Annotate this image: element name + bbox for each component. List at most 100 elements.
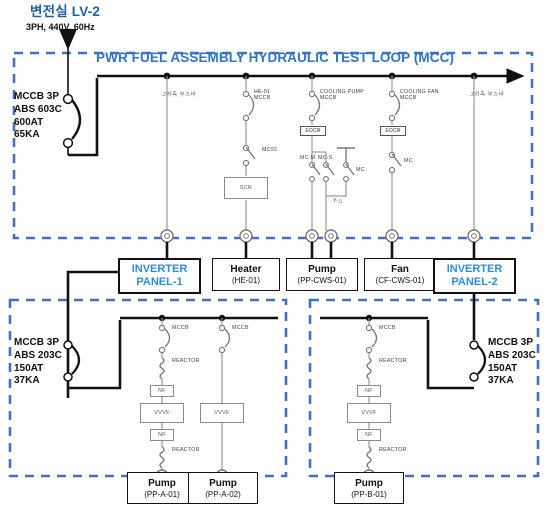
heater-contactor-blade — [245, 146, 256, 160]
fc-mccb-arc — [371, 328, 378, 348]
inverter-panel-2-line2: PANEL-2 — [451, 276, 498, 288]
heater-contactor-terminal-bottom — [242, 159, 250, 167]
fb-mccb-terminal-bottom — [218, 346, 226, 354]
heater-mccb-label: HE-01 MCCB — [254, 89, 271, 101]
fb-mccb-terminal-top — [218, 324, 226, 332]
inverter-panel-2-box[interactable]: INVERTER PANEL-2 — [433, 258, 516, 294]
load-pump-cws-tag: (PP-CWS-01) — [297, 276, 347, 285]
fc-reactor-in-coil — [366, 357, 372, 380]
load-pp-b-01-tag: (PP-B-01) — [351, 489, 387, 499]
panel-left-breaker-terminal-top — [63, 340, 73, 350]
fan-mccb-terminal-bottom — [388, 114, 396, 122]
load-pp-a-02-name: Pump — [209, 477, 237, 489]
load-fan-cws-tag: (CF-CWS-01) — [375, 276, 425, 285]
pump-mccb-arc — [314, 94, 321, 116]
fc-reactor-out-coil — [366, 446, 372, 469]
fb-vvvf-box: VVVF — [200, 403, 244, 423]
source-spec: 3PH, 440V, 60Hz — [26, 22, 95, 32]
inverter-panel-1-box[interactable]: INVERTER PANEL-1 — [118, 258, 201, 294]
pump-mc-blade — [345, 163, 355, 176]
panel-right-riser — [426, 320, 474, 390]
main-breaker-spec: MCCB 3P ABS 603C 600AT 65KA — [14, 91, 62, 141]
fc-nf-out-box: NF — [357, 429, 381, 441]
pump-mccb-terminal-bottom — [308, 114, 316, 122]
heater-mccb-terminal-bottom — [242, 114, 250, 122]
fc-mccb-label: MCCB — [379, 325, 396, 331]
pump-mccb-label: COOLING PUMP MCCB — [320, 89, 364, 101]
inverter-panel-2-line1: INVERTER — [446, 262, 503, 275]
panel-left-breaker-arc — [71, 345, 81, 375]
fa-nf-in-box: NF — [150, 385, 174, 397]
load-heater-name: Heater — [230, 264, 262, 275]
fa-mccb-arc — [164, 328, 171, 348]
scr-box: SCR — [224, 177, 268, 199]
main-breaker-terminal-bottom — [62, 137, 74, 149]
fc-vvvf-box: VVVF — [347, 403, 391, 423]
pump-mcm-label: MC-M — [300, 155, 316, 161]
pump-star-delta-note: Y-△ — [333, 198, 343, 204]
pump-delta-return — [326, 182, 347, 197]
inverter1-to-panel-left — [66, 270, 118, 398]
motor-symbol-inverter2 — [467, 229, 481, 243]
pump-eocr-box: EOCR — [300, 126, 326, 136]
fc-nf-in-box: NF — [357, 385, 381, 397]
pump-mccb-terminal-top — [308, 90, 316, 98]
panel-right-breaker-terminal-top — [469, 340, 479, 350]
mcc-title: PWR FUEL ASSEMBLY HYDRAULIC TEST LOOP (M… — [96, 50, 455, 65]
fan-mc-label: MC — [404, 158, 413, 164]
single-line-diagram: 변전실 LV-2 3PH, 440V, 60Hz PWR FUEL ASSEMB… — [0, 0, 546, 507]
load-pp-a-01-name: Pump — [148, 477, 176, 489]
fb-mccb-label: MCCB — [232, 325, 249, 331]
inverter-panel-1-line1: INVERTER — [131, 262, 188, 275]
motor-symbol-heater — [239, 229, 253, 243]
fc-reactor-out-label: REACTOR — [379, 447, 407, 453]
fan-contactor-terminal-bottom — [388, 166, 396, 174]
fa-reactor-in-label: REACTOR — [172, 358, 200, 364]
load-pump-cws-name: Pump — [308, 264, 336, 275]
load-fan-cws-name: Fan — [391, 264, 409, 275]
fa-reactor-out-label: REACTOR — [172, 447, 200, 453]
load-pp-a-01-box[interactable]: Pump (PP-A-01) — [127, 472, 197, 504]
motor-symbol-fan — [385, 229, 399, 243]
heater-mccb-terminal-top — [242, 90, 250, 98]
fan-mccb-label: COOLING FAN MCCB — [400, 89, 439, 101]
main-breaker-arc — [71, 99, 82, 140]
panel-left-breaker-terminal-bottom — [63, 372, 73, 382]
pump-mcs-terminal-bottom — [323, 176, 329, 182]
fa-mccb-terminal-bottom — [158, 346, 166, 354]
diagram-canvas — [8, 29, 540, 491]
fa-vvvf-box: VVVF — [140, 403, 184, 423]
fa-nf-out-box: NF — [150, 429, 174, 441]
motor-symbol-inverter1 — [160, 229, 174, 243]
load-fan-cws-box[interactable]: Fan (CF-CWS-01) — [364, 258, 436, 291]
fa-reactor-out-coil — [159, 446, 165, 469]
load-pp-a-01-tag: (PP-A-01) — [144, 489, 180, 499]
busbar-label-left: 2차측 부스바 — [163, 92, 197, 98]
fc-reactor-in-label: REACTOR — [379, 358, 407, 364]
fan-eocr-box: EOCR — [380, 126, 406, 136]
pump-mcs-blade — [325, 163, 335, 176]
busbar-label-right: 2차측 부스바 — [471, 92, 505, 98]
fan-contactor-blade — [391, 153, 402, 167]
panel-left-breaker-spec: MCCB 3P ABS 203C 150AT 37KA — [14, 337, 62, 387]
load-heater-box[interactable]: Heater (HE-01) — [212, 258, 280, 291]
panel-right-breaker-arc — [477, 345, 487, 375]
fan-mccb-terminal-top — [388, 90, 396, 98]
load-pump-cws-box[interactable]: Pump (PP-CWS-01) — [286, 258, 358, 291]
fan-mccb-arc — [394, 94, 401, 116]
pump-mcm-terminal-bottom — [309, 176, 315, 182]
fa-mccb-terminal-top — [158, 324, 166, 332]
panel-right-breaker-spec: MCCB 3P ABS 203C 150AT 37KA — [488, 337, 536, 387]
fb-mccb-arc — [224, 328, 231, 348]
panel-left-riser — [68, 320, 122, 390]
fa-mccb-label: MCCB — [172, 325, 189, 331]
load-heater-tag: (HE-01) — [231, 276, 260, 285]
inverter-panel-1-line2: PANEL-1 — [136, 276, 183, 288]
load-pp-b-01-box[interactable]: Pump (PP-B-01) — [334, 472, 404, 504]
pump-mc-terminal-bottom — [343, 176, 349, 182]
pump-mcs-label: MC-S — [318, 155, 333, 161]
main-breaker-terminal-top — [62, 93, 74, 105]
heater-mccb-arc — [248, 94, 255, 116]
fc-mccb-terminal-bottom — [365, 346, 373, 354]
load-pp-a-02-box[interactable]: Pump (PP-A-02) — [188, 472, 258, 504]
